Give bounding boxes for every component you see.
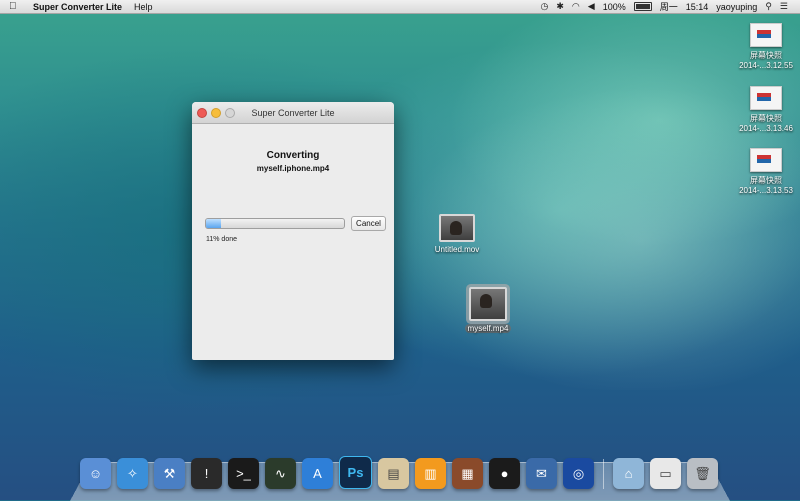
apple-menu-icon[interactable]:  [9, 1, 19, 12]
desktop-file-subtitle: 2014-...3.13.46 [739, 124, 793, 133]
app-menu[interactable]: Super Converter Lite [33, 2, 122, 12]
desktop-file-label: Untitled.mov [434, 245, 480, 254]
trash-icon[interactable]: 🗑 [687, 458, 718, 489]
desktop-file-screenshot-3[interactable]: 屏幕快照 2014-...3.13.53 [731, 148, 800, 195]
spotlight-icon[interactable]: ⚲ [765, 1, 772, 12]
window-controls [197, 107, 235, 118]
menu-bar:  Super Converter Lite Help ◷ ✱ ◠ ◀ 100%… [0, 0, 800, 14]
notification-center-icon[interactable]: ☰ [780, 1, 788, 12]
desktop-file-title: 屏幕快照 [750, 176, 782, 185]
screenshot-thumbnail-icon [750, 148, 782, 172]
window-titlebar[interactable]: Super Converter Lite [192, 102, 394, 124]
desktop-file-title: 屏幕快照 [750, 114, 782, 123]
desktop-file-screenshot-1[interactable]: 屏幕快照 2014-...3.12.55 [731, 23, 800, 70]
desktop-file-subtitle: 2014-...3.12.55 [739, 61, 793, 70]
menu-extras: ◷ ✱ ◠ ◀ 100% 周一 15:14 yaoyuping ⚲ ☰ [541, 0, 800, 13]
finder-icon[interactable]: ☺ [80, 458, 111, 489]
terminal-icon[interactable]: >_ [228, 458, 259, 489]
battery-percent[interactable]: 100% [603, 2, 626, 12]
video-thumbnail-icon [439, 214, 475, 242]
network-utility-icon[interactable]: ◎ [563, 458, 594, 489]
photoshop-icon[interactable]: Ps [339, 456, 372, 489]
menubar-day[interactable]: 周一 [660, 0, 678, 13]
menubar-user[interactable]: yaoyuping [716, 2, 757, 12]
preview-icon[interactable]: ▤ [378, 458, 409, 489]
screenshot-thumbnail-icon [750, 23, 782, 47]
wifi-icon[interactable]: ◠ [572, 1, 580, 12]
app-store-icon[interactable]: A [302, 458, 333, 489]
dock: ☺ ✧ ⚒! >_ ∿ A Ps ▤ ▥ ▦ ● ✉ ◎ ⌂ ▭ 🗑 [80, 456, 718, 489]
downloads-folder-icon[interactable]: ⌂ [613, 458, 644, 489]
menubar-clock[interactable]: 15:14 [686, 2, 709, 12]
output-filename: myself.iphone.mp4 [256, 164, 330, 173]
time-machine-icon[interactable]: ◷ [541, 1, 549, 12]
battery-icon[interactable] [633, 2, 652, 11]
desktop-file-label: myself.mp4 [464, 324, 512, 333]
minimize-window-button[interactable] [211, 107, 221, 118]
zoom-window-button[interactable] [225, 107, 235, 118]
dock-separator [603, 459, 604, 489]
photo-booth-icon[interactable]: ▦ [452, 458, 483, 489]
documents-stack-icon[interactable]: ▭ [650, 458, 681, 489]
bluetooth-icon[interactable]: ✱ [556, 1, 564, 12]
volume-icon[interactable]: ◀ [588, 1, 595, 12]
desktop-wallpaper [0, 0, 800, 500]
desktop-file-title: 屏幕快照 [750, 51, 782, 60]
desktop-file-untitled-mov[interactable]: Untitled.mov [417, 214, 497, 254]
converting-heading: Converting [266, 150, 320, 161]
qq-icon[interactable]: ● [489, 458, 520, 489]
safari-icon[interactable]: ✧ [117, 458, 148, 489]
help-menu[interactable]: Help [134, 2, 153, 12]
desktop-file-subtitle: 2014-...3.13.53 [739, 186, 793, 195]
console-icon[interactable]: ! [191, 458, 222, 489]
desktop-file-myself-mp4[interactable]: myself.mp4 [448, 287, 528, 333]
xcode-icon[interactable]: ⚒ [154, 458, 185, 489]
video-thumbnail-icon [469, 287, 507, 321]
close-window-button[interactable] [197, 107, 207, 118]
activity-monitor-icon[interactable]: ∿ [265, 458, 296, 489]
window-content: Converting myself.iphone.mp4 Cancel 11% … [192, 124, 394, 360]
conversion-progress-bar [205, 218, 345, 229]
progress-status-text: 11% done [206, 236, 238, 243]
ibooks-icon[interactable]: ▥ [415, 458, 446, 489]
progress-fill [206, 219, 222, 228]
desktop-file-screenshot-2[interactable]: 屏幕快照 2014-...3.13.46 [731, 86, 800, 133]
mail-stamp-icon[interactable]: ✉ [526, 458, 557, 489]
converter-window: Super Converter Lite Converting myself.i… [192, 102, 394, 360]
cancel-button[interactable]: Cancel [351, 216, 386, 231]
screenshot-thumbnail-icon [750, 86, 782, 110]
